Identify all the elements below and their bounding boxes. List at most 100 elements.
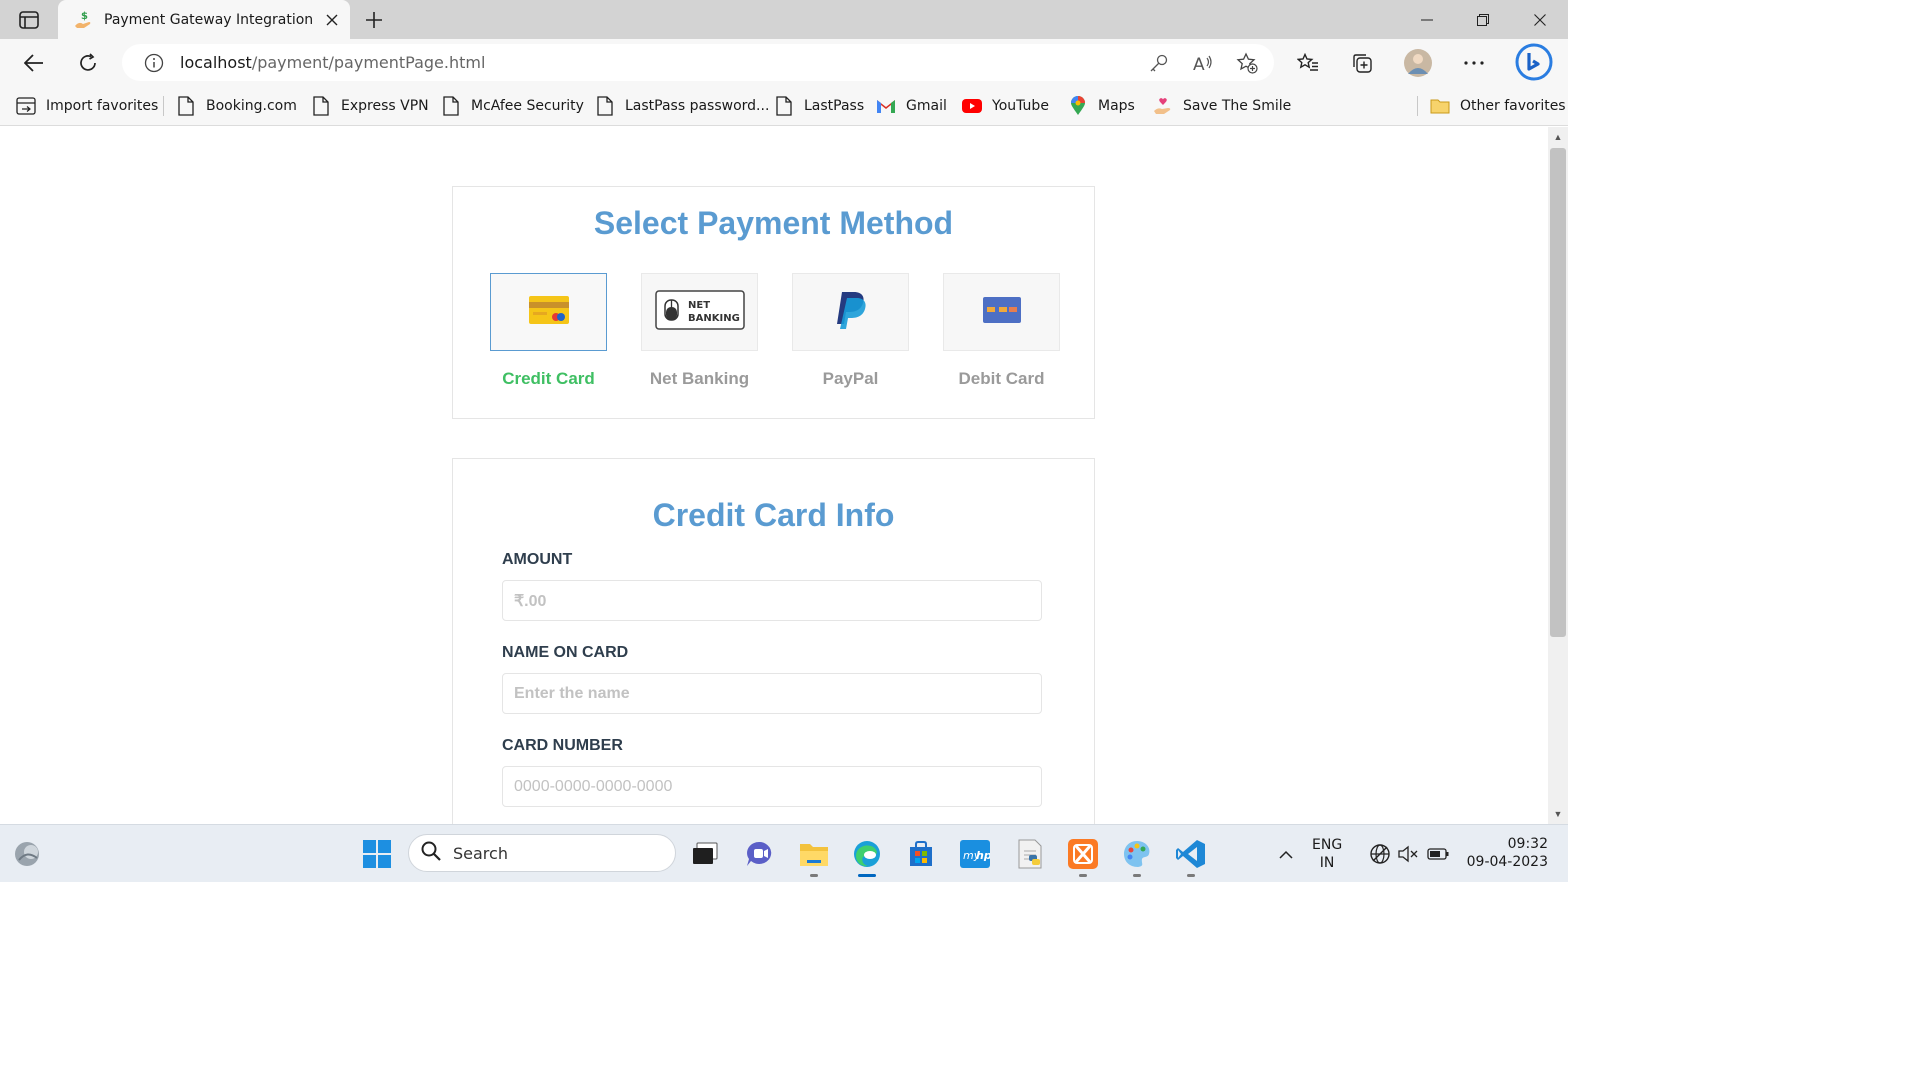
task-view-icon[interactable] [685,835,725,873]
paint-icon[interactable] [1117,835,1157,877]
method-net-banking-tile[interactable]: NET BANKING [641,273,758,351]
heart-hand-icon [1153,96,1173,116]
back-icon[interactable] [17,46,51,80]
name-on-card-input[interactable]: Enter the name [502,673,1042,714]
teams-chat-icon[interactable] [740,835,780,873]
myhp-icon[interactable]: myhp [955,835,995,873]
tab-payment-gateway[interactable]: $ Payment Gateway Integration [58,0,350,39]
favorite-booking[interactable]: Booking.com [176,93,297,119]
url-text[interactable]: localhost/payment/paymentPage.html [180,53,485,72]
windows-start-icon[interactable] [357,835,397,873]
paypal-icon [834,290,868,335]
favorite-other-folder[interactable]: Other favorites [1430,93,1566,119]
address-bar[interactable]: localhost/payment/paymentPage.html A [122,44,1274,81]
favorite-youtube[interactable]: YouTube [962,93,1049,119]
credit-card-icon [528,295,569,329]
read-aloud-icon[interactable]: A [1190,50,1216,76]
running-indicator [1079,874,1087,877]
running-indicator [1187,874,1195,877]
edge-browser-icon[interactable] [847,835,887,877]
python-editor-icon[interactable] [1010,835,1050,873]
name-on-card-label: NAME ON CARD [502,644,629,661]
amount-label: AMOUNT [502,551,573,568]
page-icon [176,96,196,116]
favorites-divider [163,96,164,116]
input-language-indicator[interactable]: ENG IN [1312,836,1342,872]
scroll-up-icon[interactable]: ▲ [1549,130,1567,144]
new-tab-icon[interactable] [360,6,388,34]
vscode-icon[interactable] [1171,835,1211,877]
method-credit-card-tile[interactable] [490,273,607,351]
add-favorite-icon[interactable] [1234,50,1260,76]
clock-date: 09-04-2023 [1466,854,1548,870]
battery-icon[interactable] [1418,835,1458,873]
svg-text:$: $ [81,11,88,22]
page-icon [774,96,794,116]
method-paypal-tile[interactable] [792,273,909,351]
refresh-icon[interactable] [71,46,105,80]
method-label: Net Banking [649,369,750,388]
show-hidden-icons-chevron-up-icon[interactable] [1266,835,1306,873]
minimize-icon[interactable] [1399,0,1455,39]
method-paypal[interactable]: PayPal [792,273,909,389]
restore-icon[interactable] [1455,0,1511,39]
card-number-input[interactable]: 0000-0000-0000-0000 [502,766,1042,807]
clock-time: 09:32 [1507,836,1548,852]
import-icon [16,96,36,116]
browser-toolbar: localhost/payment/paymentPage.html A [0,39,1568,86]
microsoft-store-icon[interactable] [901,835,941,873]
maps-icon [1068,96,1088,116]
favorite-express-vpn[interactable]: Express VPN [311,93,429,119]
favorite-mcafee[interactable]: McAfee Security [441,93,584,119]
method-debit-card-tile[interactable] [943,273,1060,351]
file-explorer-icon[interactable] [794,835,834,877]
site-info-icon[interactable] [142,51,166,75]
card-number-label: CARD NUMBER [502,737,623,754]
page-viewport: Select Payment Method Credit Card NET BAN… [0,127,1548,824]
payment-method-list: Credit Card NET BANKING Net Banking PayPa… [490,273,1060,389]
bing-copilot-icon[interactable] [1514,42,1554,82]
money-hand-icon: $ [72,9,94,31]
favorite-maps[interactable]: Maps [1068,93,1135,119]
method-debit-card[interactable]: Debit Card [943,273,1060,389]
name-on-card-field: NAME ON CARD Enter the name [502,644,1042,714]
scrollbar-thumb[interactable] [1550,148,1566,637]
clock[interactable]: 09:32 09-04-2023 [1464,835,1548,871]
net-banking-icon: NET BANKING [654,289,745,335]
search-icon [421,841,441,866]
favorites-icon[interactable] [1291,46,1325,80]
svg-text:A: A [1193,55,1205,73]
collections-icon[interactable] [1345,46,1379,80]
method-net-banking[interactable]: NET BANKING Net Banking [641,273,758,389]
close-window-icon[interactable] [1512,0,1568,39]
weather-icon[interactable] [7,835,47,873]
xampp-icon[interactable] [1063,835,1103,877]
taskbar-search[interactable]: Search [408,834,676,872]
payment-method-title: Select Payment Method [593,205,954,241]
password-key-icon[interactable] [1146,50,1172,76]
youtube-icon [962,96,982,116]
debit-card-icon [982,296,1021,328]
favorite-lastpass[interactable]: LastPass [774,93,864,119]
method-label: Debit Card [958,369,1045,388]
favorites-divider [1417,96,1418,116]
favorite-gmail[interactable]: Gmail [876,93,947,119]
tab-strip: $ Payment Gateway Integration [0,0,1568,39]
favorites-bar: Import favorites Booking.com Express VPN… [0,86,1568,126]
folder-icon [1430,96,1450,116]
amount-input[interactable]: ₹.00 [502,580,1042,621]
close-tab-icon[interactable] [318,6,346,34]
svg-text:NET: NET [688,300,710,311]
page-icon [441,96,461,116]
favorite-lastpass-password[interactable]: LastPass password... [595,93,769,119]
scroll-down-icon[interactable]: ▼ [1549,807,1567,821]
favorite-save-the-smile[interactable]: Save The Smile [1153,93,1291,119]
svg-text:BANKING: BANKING [688,313,740,324]
page-icon [311,96,331,116]
more-options-icon[interactable] [1457,46,1491,80]
method-credit-card[interactable]: Credit Card [490,273,607,389]
favorite-import[interactable]: Import favorites [16,93,158,119]
method-label: Credit Card [502,369,595,388]
profile-avatar[interactable] [1401,46,1435,80]
tab-actions-icon[interactable] [12,8,46,32]
